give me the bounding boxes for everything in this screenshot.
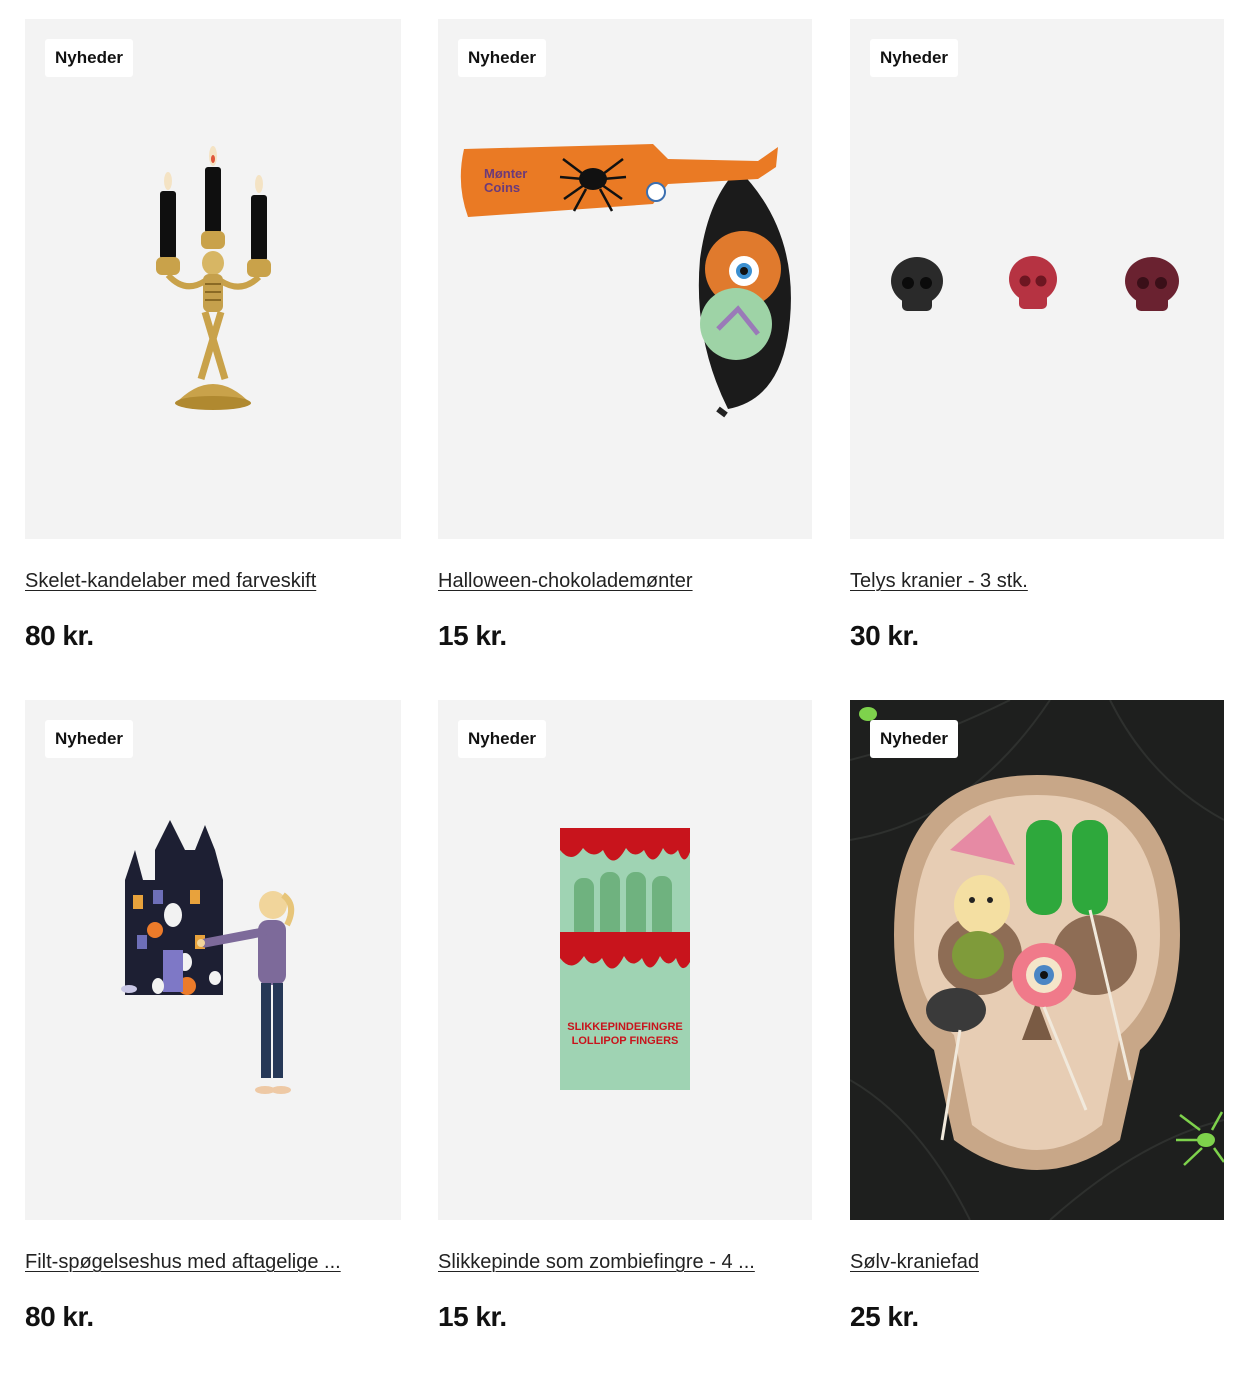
product-price: 15 kr. (438, 1301, 507, 1332)
news-badge: Nyheder (45, 720, 134, 758)
zombie-finger-lollipops-image: SLIKKEPINDEFINGRE LOLLIPOP FINGERS (560, 828, 690, 1090)
product-price: 80 kr. (25, 620, 94, 651)
product-card: Nyheder SLIKKEPINDEFINGRE LOLLIPOP FINGE… (438, 700, 812, 1334)
product-image-link[interactable]: Nyheder (850, 19, 1224, 539)
product-title-link[interactable]: Sølv-kraniefad (850, 1250, 1224, 1274)
product-card: Nyheder (850, 700, 1224, 1334)
news-badge: Nyheder (45, 39, 134, 77)
product-grid: Nyheder Skelet-kandelaber med farveskift… (0, 0, 1250, 1374)
product-image-link[interactable]: Nyheder SLIKKEPINDEFINGRE LOLLIPOP FINGE… (438, 700, 812, 1220)
product-price: 15 kr. (438, 620, 507, 651)
felt-ghost-house-image (121, 820, 295, 1094)
product-card: Nyheder (25, 700, 401, 1334)
product-card: Nyheder (25, 19, 401, 653)
news-badge: Nyheder (458, 39, 547, 77)
package-text: LOLLIPOP FINGERS (572, 1035, 679, 1047)
package-text: Mønter (484, 166, 527, 181)
news-badge: Nyheder (870, 720, 959, 758)
product-image-link[interactable]: Nyheder (25, 700, 401, 1220)
product-price: 30 kr. (850, 620, 919, 651)
product-price: 25 kr. (850, 1301, 919, 1332)
product-card: Nyheder Mønter Coins Halloween-chokolade… (438, 19, 812, 653)
news-badge: Nyheder (870, 39, 959, 77)
package-text: Coins (484, 180, 520, 195)
product-price: 80 kr. (25, 1301, 94, 1332)
silver-skull-platter-image (850, 700, 1224, 1220)
chocolate-coins-image: Mønter Coins (460, 144, 791, 418)
product-image-link[interactable]: Nyheder (25, 19, 401, 539)
news-badge: Nyheder (458, 720, 547, 758)
product-title-link[interactable]: Slikkepinde som zombiefingre - 4 ... (438, 1250, 812, 1274)
skeleton-candelabra-image (156, 146, 271, 410)
package-text: SLIKKEPINDEFINGRE (567, 1021, 683, 1033)
product-card: Nyheder (850, 19, 1224, 653)
product-title-link[interactable]: Halloween-chokolademønter (438, 569, 812, 593)
skull-tealights-image (891, 256, 1179, 311)
product-title-link[interactable]: Skelet-kandelaber med farveskift (25, 569, 401, 593)
product-title-link[interactable]: Filt-spøgelseshus med aftagelige ... (25, 1250, 401, 1274)
product-image-link[interactable]: Nyheder (850, 700, 1224, 1220)
product-image-link[interactable]: Nyheder Mønter Coins (438, 19, 812, 539)
product-title-link[interactable]: Telys kranier - 3 stk. (850, 569, 1224, 593)
